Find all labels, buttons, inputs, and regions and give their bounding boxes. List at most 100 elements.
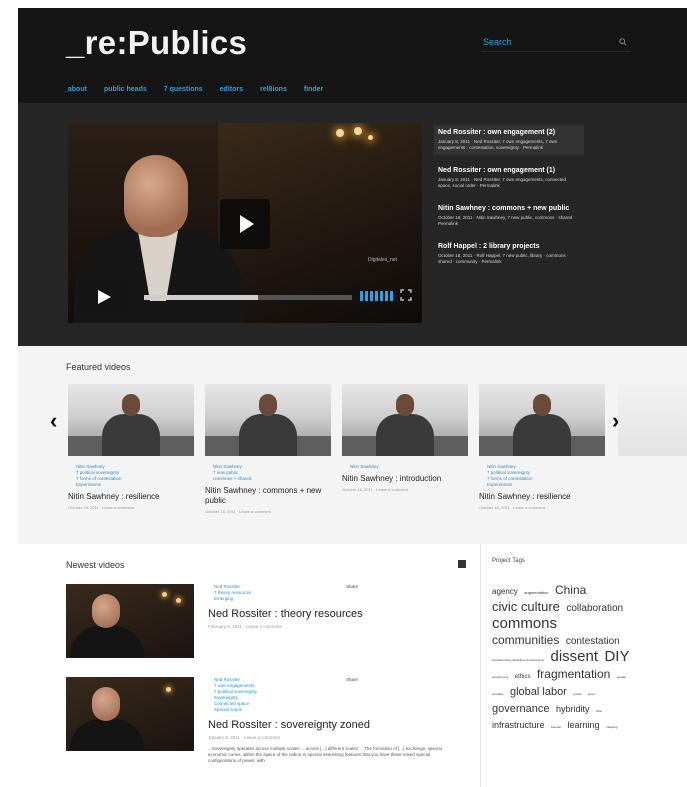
video-meta: October 18, 2011 · Leave a comment	[479, 505, 545, 510]
volume-slider[interactable]	[360, 291, 394, 301]
video-timeline[interactable]	[144, 295, 352, 300]
tag-cloud-link[interactable]: goods	[573, 692, 581, 696]
tag-link[interactable]: Experiments	[76, 482, 194, 488]
video-meta: January 8, 2011 · Leave a comment	[208, 735, 280, 740]
tag-cloud-link[interactable]: mapping	[606, 725, 618, 729]
featured-card[interactable]: Nitin Sawhney 7 new public commons + sha…	[205, 384, 331, 514]
video-meta: October 18, 2011 · Leave a comment	[205, 509, 271, 514]
playlist-item-title[interactable]: Nitin Sawhney : commons + new public	[438, 205, 580, 212]
tag-cloud-link[interactable]: civic culture	[492, 599, 560, 614]
tag-cloud-link[interactable]: collaboration	[566, 603, 623, 614]
video-info: Share Ned Rossiter 7 theory resources Em…	[208, 584, 458, 629]
video-thumbnail[interactable]	[205, 384, 331, 456]
tag-cloud-link[interactable]: ethics	[515, 674, 531, 680]
tag-cloud-link[interactable]: commons	[492, 615, 557, 632]
tag-cloud-link[interactable]: empathy	[492, 692, 504, 696]
playlist-item-meta: January 8, 2011 · Ned Rossiter, 7 own en…	[438, 139, 558, 150]
tag-cloud-link[interactable]: employment	[492, 675, 508, 679]
video-thumbnail[interactable]	[342, 384, 468, 456]
video-controls	[78, 281, 412, 313]
tag-cloud-link[interactable]: infra	[596, 709, 602, 713]
tag-link[interactable]: Experiments	[487, 482, 605, 488]
fullscreen-icon[interactable]	[400, 289, 412, 301]
playlist-item[interactable]: Nitin Sawhney : commons + new public Oct…	[434, 201, 584, 231]
big-play-button[interactable]	[220, 199, 270, 249]
tag-cloud-link[interactable]: contestation	[566, 636, 620, 648]
tag-link[interactable]: Emerging	[214, 596, 458, 602]
share-link[interactable]: Share	[346, 677, 358, 682]
tag-cloud-link[interactable]: governance	[492, 703, 550, 715]
nav-editors[interactable]: editors	[220, 86, 243, 93]
video-title[interactable]: Ned Rossiter : theory resources	[208, 608, 458, 620]
video-thumbnail[interactable]	[66, 584, 194, 658]
playlist-item[interactable]: Rolf Happel : 2 library projects October…	[434, 239, 584, 269]
video-title[interactable]: Nitin Sawhney : commons + new public	[205, 486, 331, 506]
video-title[interactable]: Ned Rossiter : sovereignty zoned	[208, 719, 458, 731]
newest-video-item[interactable]: Share Ned Rossiter 7 theory resources Em…	[66, 584, 466, 664]
video-thumbnail[interactable]	[66, 677, 194, 751]
tag-cloud-link[interactable]: DIY	[604, 648, 629, 665]
playlist-item-title[interactable]: Ned Rossiter : own engagement (1)	[438, 167, 580, 174]
tag-cloud-link[interactable]: agency	[492, 587, 518, 596]
newest-video-item[interactable]: Share Ned Rossiter 7 own engagements 7 p…	[66, 677, 466, 787]
playlist-item[interactable]: Ned Rossiter : own engagement (1) Januar…	[434, 163, 584, 193]
play-button[interactable]	[78, 281, 132, 313]
video-thumbnail[interactable]	[68, 384, 194, 456]
featured-card[interactable]: Nitin Sawhney 7 political sovereignty 7 …	[68, 384, 194, 510]
nav-rel8ions[interactable]: rel8ions	[260, 86, 287, 93]
project-tags-widget: Project Tags agency augmentation China c…	[492, 558, 632, 733]
playlist-item-meta: January 8, 2011 · Ned Rossiter, 7 own en…	[438, 177, 566, 188]
tag-cloud-link[interactable]: fragmentation	[537, 667, 610, 681]
nav-about[interactable]: _about	[64, 86, 87, 93]
playlist-item[interactable]: Ned Rossiter : own engagement (2) Januar…	[434, 125, 584, 155]
video-thumbnail[interactable]	[479, 384, 605, 456]
tag-list: Ned Rossiter 7 theory resources Emerging	[208, 584, 458, 602]
video-meta: October 18, 2011 · Leave a comment	[68, 505, 134, 510]
tag-cloud-link[interactable]: communities	[492, 633, 559, 647]
play-icon	[240, 215, 254, 233]
playlist-item-meta: October 18, 2011 · Nitin Sawhney, 7 new …	[438, 215, 575, 226]
grid-view-icon[interactable]	[458, 560, 466, 568]
video-title[interactable]: Nitin Sawhney : resilience	[68, 492, 194, 502]
tag-cloud-link[interactable]: learning	[567, 720, 599, 730]
search-icon[interactable]	[619, 38, 627, 46]
tag-list: Nitin Sawhney 7 political sovereignty 7 …	[68, 464, 194, 488]
video-excerpt: ...Sovereignty operates across multiple …	[208, 746, 442, 763]
tag-cloud-link[interactable]: global labor	[510, 686, 567, 698]
tag-link[interactable]: Special zones	[214, 707, 458, 713]
tag-cloud-link[interactable]: hybridity	[556, 704, 590, 714]
video-meta: February 8, 2011 · Leave a comment	[208, 624, 282, 629]
video-title[interactable]: Nitin Sawhney : resilience	[479, 492, 605, 502]
search-field[interactable]: Search	[481, 32, 631, 52]
nav-finder[interactable]: finder	[304, 86, 323, 93]
nav-7-questions[interactable]: 7 questions	[164, 86, 203, 93]
video-title[interactable]: Nitin Sawhney : introduction	[342, 474, 468, 484]
tag-cloud-link[interactable]: augmentation	[524, 590, 548, 595]
tag-link[interactable]: commons + shared	[213, 476, 331, 482]
playlist-item-title[interactable]: Ned Rossiter : own engagement (2)	[438, 129, 580, 136]
video-player[interactable]: Digitales_net	[68, 123, 422, 323]
tag-cloud-link[interactable]: dissent	[550, 648, 598, 665]
tag-cloud-link[interactable]: infrastructure	[492, 720, 545, 730]
tag-cloud-link[interactable]: internet	[551, 725, 561, 729]
site-logo[interactable]: _re:Publics	[66, 24, 247, 62]
widget-heading: Project Tags	[492, 558, 525, 564]
section-heading: Newest videos	[66, 560, 125, 570]
tag-link[interactable]: Nitin Sawhney	[350, 464, 468, 470]
lamp-light	[336, 129, 344, 137]
tag-cloud: agency augmentation China civic culture …	[492, 582, 632, 733]
column-divider	[480, 544, 481, 787]
tag-cloud-link[interactable]: gender	[617, 675, 626, 679]
featured-card[interactable]: Nitin Sawhney 7 political sovereignty 7 …	[479, 384, 605, 510]
tag-cloud-link[interactable]: crowdsourcing discipline of sovereignty	[492, 658, 544, 662]
section-heading: Featured videos	[66, 362, 131, 372]
site-header: _re:Publics Search _about public heads 7…	[18, 8, 687, 103]
tag-cloud-link[interactable]: gruuv	[588, 692, 596, 696]
tag-cloud-link[interactable]: China	[555, 583, 586, 597]
featured-card[interactable]: Nitin Sawhney Nitin Sawhney : introducti…	[342, 384, 468, 492]
carousel-prev-icon[interactable]: ‹	[50, 408, 57, 434]
playlist-item-title[interactable]: Rolf Happel : 2 library projects	[438, 243, 580, 250]
main-nav: _about public heads 7 questions editors …	[64, 86, 340, 93]
nav-public-heads[interactable]: public heads	[104, 86, 147, 93]
share-link[interactable]: Share	[346, 584, 358, 589]
